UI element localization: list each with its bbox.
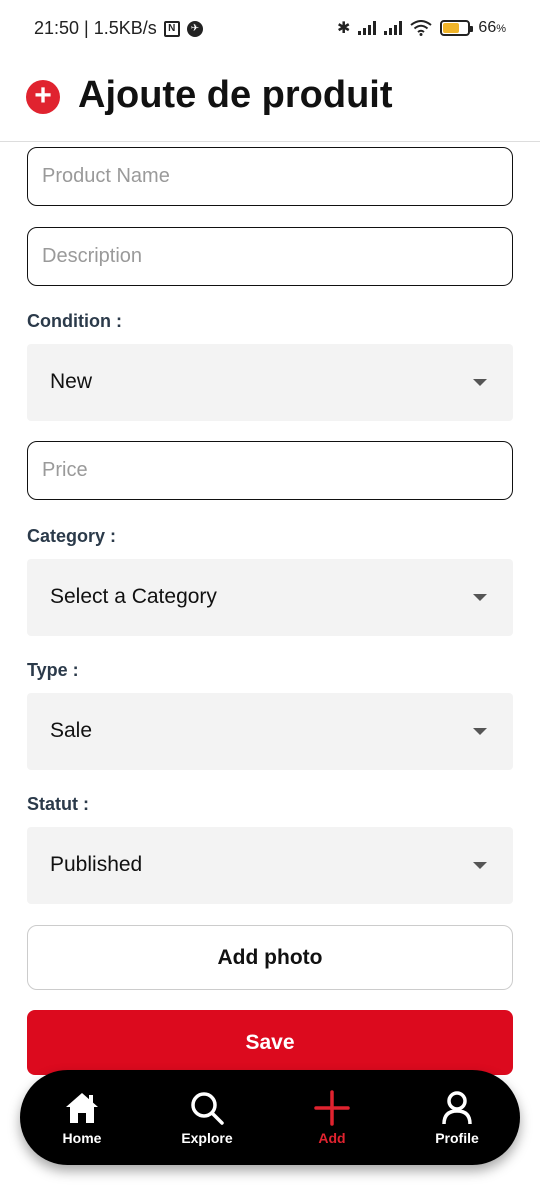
type-select-value: Sale xyxy=(50,719,93,742)
battery-fill xyxy=(443,23,460,33)
wifi-icon xyxy=(410,20,433,36)
add-circle-icon: + xyxy=(26,80,60,114)
app-notification-icon: ✈ xyxy=(186,20,203,37)
user-icon xyxy=(442,1091,472,1125)
status-bar: 21:50 | 1.5KB/s N ✈ ✱ 66% xyxy=(0,0,540,62)
chevron-down-icon xyxy=(473,379,487,386)
chevron-down-icon xyxy=(473,594,487,601)
status-time-speed: 21:50 | 1.5KB/s xyxy=(34,18,157,38)
chevron-down-icon xyxy=(473,862,487,869)
plus-icon xyxy=(314,1090,350,1126)
statut-select-value: Published xyxy=(50,853,143,876)
condition-select[interactable]: New xyxy=(27,344,513,421)
condition-select-value: New xyxy=(50,370,93,393)
nav-item-profile[interactable]: Profile xyxy=(412,1084,502,1154)
product-name-input[interactable] xyxy=(27,147,513,206)
price-input[interactable] xyxy=(27,441,513,500)
type-select[interactable]: Sale xyxy=(27,693,513,770)
nav-label-add: Add xyxy=(318,1130,346,1146)
save-button[interactable]: Save xyxy=(27,1010,513,1075)
nav-item-explore[interactable]: Explore xyxy=(162,1084,252,1154)
condition-label: Condition : xyxy=(27,311,122,331)
home-icon xyxy=(66,1093,98,1123)
nav-label-home: Home xyxy=(62,1130,102,1146)
statut-label: Statut : xyxy=(27,794,89,814)
status-right: ✱ 66% xyxy=(337,18,506,38)
signal-icon xyxy=(358,21,377,35)
nav-label-explore: Explore xyxy=(181,1130,233,1146)
category-select-value: Select a Category xyxy=(50,585,217,608)
header: + Ajoute de produit xyxy=(0,62,540,142)
page-title: Ajoute de produit xyxy=(78,74,393,116)
nfc-icon: N xyxy=(163,20,180,37)
category-label: Category : xyxy=(27,526,117,546)
description-input[interactable] xyxy=(27,227,513,286)
search-icon xyxy=(191,1092,224,1125)
chevron-down-icon xyxy=(473,728,487,735)
battery-percent: 66% xyxy=(478,19,506,36)
bluetooth-icon: ✱ xyxy=(337,20,351,37)
add-photo-button[interactable]: Add photo xyxy=(27,925,513,990)
nav-item-home[interactable]: Home xyxy=(37,1084,127,1154)
signal-icon-2 xyxy=(384,21,403,35)
category-select[interactable]: Select a Category xyxy=(27,559,513,636)
statut-select[interactable]: Published xyxy=(27,827,513,904)
bottom-nav: Home Explore Add Profile xyxy=(20,1070,520,1165)
battery-icon xyxy=(440,20,474,36)
nav-item-add[interactable]: Add xyxy=(287,1084,377,1154)
status-left: 21:50 | 1.5KB/s N ✈ xyxy=(34,18,203,39)
nav-label-profile: Profile xyxy=(435,1130,479,1146)
type-label: Type : xyxy=(27,660,79,680)
